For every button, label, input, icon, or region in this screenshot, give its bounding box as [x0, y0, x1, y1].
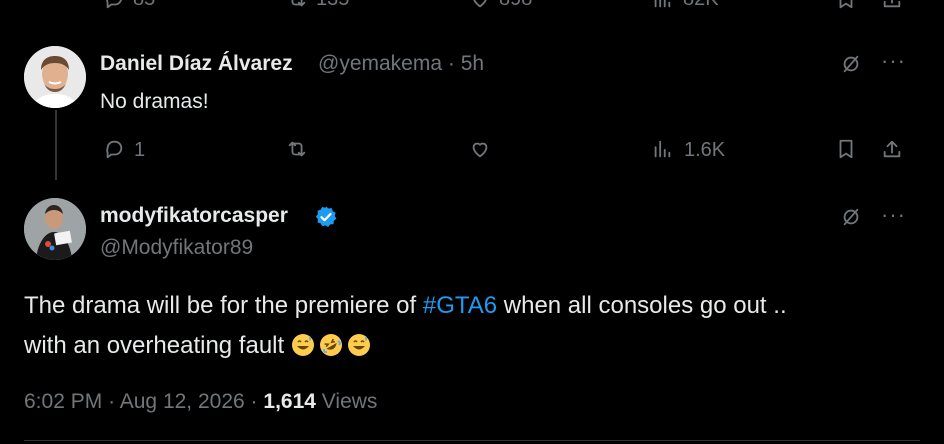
verified-badge-icon [314, 205, 338, 229]
display-name[interactable]: Daniel Díaz Álvarez [100, 52, 293, 76]
separator: · [250, 390, 258, 413]
avatar[interactable] [24, 46, 86, 108]
views-icon[interactable] [651, 138, 673, 160]
views-label: Views [321, 390, 378, 413]
retweet-icon[interactable] [286, 138, 308, 160]
reply-count: 85 [133, 0, 155, 11]
more-icon[interactable]: ··· [881, 202, 906, 228]
thread-line [55, 110, 57, 180]
bookmark-icon[interactable] [835, 138, 857, 160]
avatar[interactable] [24, 198, 86, 260]
timestamp[interactable]: 5h [461, 52, 484, 75]
tweet-text-part: when all consoles go out .. [497, 292, 787, 319]
views-icon[interactable] [651, 0, 673, 10]
divider [24, 440, 920, 441]
tweet-date[interactable]: Aug 12, 2026 [120, 390, 245, 413]
grok-icon[interactable] [840, 206, 862, 228]
emoji-sweat-smile-icon [347, 333, 371, 357]
display-name[interactable]: modyfikatorcasper [100, 204, 288, 228]
grok-icon[interactable] [840, 53, 862, 75]
views-count: 1.6K [684, 139, 726, 161]
like-icon[interactable] [469, 138, 491, 160]
tweet-time[interactable]: 6:02 PM [24, 390, 102, 413]
user-handle[interactable]: @yemakema · 5h [318, 52, 484, 76]
tweet-text: No dramas! [100, 90, 209, 113]
view-count: 1,614 [263, 390, 316, 413]
like-count: 898 [499, 0, 532, 11]
tweet-meta: 6:02 PM · Aug 12, 2026 · 1,614 Views [24, 390, 377, 414]
views-count: 82K [683, 0, 719, 11]
emoji-rofl-icon [319, 333, 343, 357]
separator: · [447, 52, 455, 75]
share-icon[interactable] [881, 138, 903, 160]
reply-icon[interactable] [103, 138, 125, 160]
retweet-count: 135 [316, 0, 349, 11]
emoji-sweat-smile-icon [291, 333, 315, 357]
user-handle[interactable]: @Modyfikator89 [100, 236, 253, 260]
reply-icon[interactable] [103, 0, 125, 10]
retweet-icon[interactable] [286, 0, 308, 10]
hashtag-link[interactable]: #GTA6 [423, 292, 497, 319]
share-icon[interactable] [881, 0, 903, 10]
like-icon[interactable] [469, 0, 491, 10]
bookmark-icon[interactable] [835, 0, 857, 10]
tweet-text-part: with an overheating fault [24, 332, 285, 359]
tweet-text: The drama will be for the premiere of #G… [24, 286, 924, 366]
separator: · [108, 390, 116, 413]
tweet-text-part: The drama will be for the premiere of [24, 292, 423, 319]
reply-count: 1 [134, 139, 146, 161]
more-icon[interactable]: ··· [881, 48, 906, 74]
handle-text[interactable]: @yemakema [318, 52, 442, 75]
